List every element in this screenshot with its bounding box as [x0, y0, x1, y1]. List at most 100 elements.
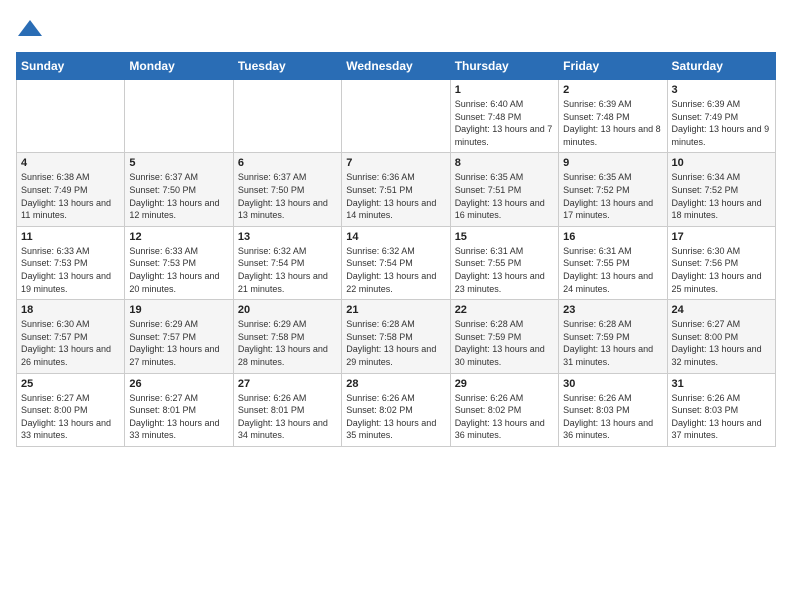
calendar-cell: 25 Sunrise: 6:27 AM Sunset: 8:00 PM Dayli… [17, 373, 125, 446]
calendar-cell: 27 Sunrise: 6:26 AM Sunset: 8:01 PM Dayli… [233, 373, 341, 446]
day-number: 6 [238, 157, 337, 169]
day-number: 29 [455, 378, 554, 390]
calendar-cell: 8Sunrise: 6:35 AM Sunset: 7:51 PM Daylig… [450, 153, 558, 226]
day-number: 20 [238, 304, 337, 316]
day-number: 5 [129, 157, 228, 169]
cell-info: Sunrise: 6:37 AM Sunset: 7:50 PM Dayligh… [129, 171, 228, 221]
calendar-cell: 19 Sunrise: 6:29 AM Sunset: 7:57 PM Dayli… [125, 300, 233, 373]
cell-info: Sunrise: 6:28 AM Sunset: 7:58 PM Dayligh… [346, 318, 445, 368]
cell-info: Sunrise: 6:30 AM Sunset: 7:56 PM Dayligh… [672, 245, 771, 295]
cell-info: Sunrise: 6:32 AM Sunset: 7:54 PM Dayligh… [238, 245, 337, 295]
cell-info: Sunrise: 6:26 AM Sunset: 8:02 PM Dayligh… [455, 392, 554, 442]
calendar-cell: 26 Sunrise: 6:27 AM Sunset: 8:01 PM Dayli… [125, 373, 233, 446]
cell-info: Sunrise: 6:39 AM Sunset: 7:48 PM Dayligh… [563, 98, 662, 148]
cell-info: Sunrise: 6:27 AM Sunset: 8:01 PM Dayligh… [129, 392, 228, 442]
calendar-cell: 21 Sunrise: 6:28 AM Sunset: 7:58 PM Dayli… [342, 300, 450, 373]
day-number: 21 [346, 304, 445, 316]
cell-info: Sunrise: 6:31 AM Sunset: 7:55 PM Dayligh… [455, 245, 554, 295]
cell-info: Sunrise: 6:26 AM Sunset: 8:03 PM Dayligh… [672, 392, 771, 442]
calendar-cell: 30 Sunrise: 6:26 AM Sunset: 8:03 PM Dayli… [559, 373, 667, 446]
day-number: 31 [672, 378, 771, 390]
calendar-cell: 18 Sunrise: 6:30 AM Sunset: 7:57 PM Dayli… [17, 300, 125, 373]
cell-info: Sunrise: 6:30 AM Sunset: 7:57 PM Dayligh… [21, 318, 120, 368]
day-number: 17 [672, 231, 771, 243]
weekday-header-row: SundayMondayTuesdayWednesdayThursdayFrid… [17, 53, 776, 80]
calendar-cell: 31 Sunrise: 6:26 AM Sunset: 8:03 PM Dayli… [667, 373, 775, 446]
page-header [16, 16, 776, 44]
calendar-cell: 29 Sunrise: 6:26 AM Sunset: 8:02 PM Dayli… [450, 373, 558, 446]
day-number: 19 [129, 304, 228, 316]
weekday-header-monday: Monday [125, 53, 233, 80]
day-number: 1 [455, 84, 554, 96]
cell-info: Sunrise: 6:26 AM Sunset: 8:03 PM Dayligh… [563, 392, 662, 442]
day-number: 24 [672, 304, 771, 316]
calendar-cell [233, 80, 341, 153]
calendar-table: SundayMondayTuesdayWednesdayThursdayFrid… [16, 52, 776, 447]
day-number: 14 [346, 231, 445, 243]
logo-icon [16, 16, 44, 44]
calendar-cell: 13 Sunrise: 6:32 AM Sunset: 7:54 PM Dayli… [233, 226, 341, 299]
day-number: 4 [21, 157, 120, 169]
cell-info: Sunrise: 6:34 AM Sunset: 7:52 PM Dayligh… [672, 171, 771, 221]
calendar-week-3: 11 Sunrise: 6:33 AM Sunset: 7:53 PM Dayli… [17, 226, 776, 299]
day-number: 27 [238, 378, 337, 390]
day-number: 2 [563, 84, 662, 96]
calendar-body: 1 Sunrise: 6:40 AM Sunset: 7:48 PM Daylig… [17, 80, 776, 447]
calendar-cell: 23 Sunrise: 6:28 AM Sunset: 7:59 PM Dayli… [559, 300, 667, 373]
calendar-cell: 6 Sunrise: 6:37 AM Sunset: 7:50 PM Daylig… [233, 153, 341, 226]
day-number: 9 [563, 157, 662, 169]
calendar-cell: 20 Sunrise: 6:29 AM Sunset: 7:58 PM Dayli… [233, 300, 341, 373]
calendar-cell: 7Sunrise: 6:36 AM Sunset: 7:51 PM Daylig… [342, 153, 450, 226]
cell-info: Sunrise: 6:38 AM Sunset: 7:49 PM Dayligh… [21, 171, 120, 221]
day-number: 23 [563, 304, 662, 316]
weekday-header-thursday: Thursday [450, 53, 558, 80]
cell-info: Sunrise: 6:26 AM Sunset: 8:02 PM Dayligh… [346, 392, 445, 442]
day-number: 12 [129, 231, 228, 243]
calendar-cell: 9Sunrise: 6:35 AM Sunset: 7:52 PM Daylig… [559, 153, 667, 226]
calendar-header: SundayMondayTuesdayWednesdayThursdayFrid… [17, 53, 776, 80]
cell-info: Sunrise: 6:28 AM Sunset: 7:59 PM Dayligh… [455, 318, 554, 368]
cell-info: Sunrise: 6:32 AM Sunset: 7:54 PM Dayligh… [346, 245, 445, 295]
logo [16, 16, 46, 44]
cell-info: Sunrise: 6:33 AM Sunset: 7:53 PM Dayligh… [21, 245, 120, 295]
day-number: 30 [563, 378, 662, 390]
calendar-week-1: 1 Sunrise: 6:40 AM Sunset: 7:48 PM Daylig… [17, 80, 776, 153]
calendar-cell [342, 80, 450, 153]
calendar-cell: 5 Sunrise: 6:37 AM Sunset: 7:50 PM Daylig… [125, 153, 233, 226]
cell-info: Sunrise: 6:28 AM Sunset: 7:59 PM Dayligh… [563, 318, 662, 368]
day-number: 25 [21, 378, 120, 390]
calendar-cell: 17 Sunrise: 6:30 AM Sunset: 7:56 PM Dayli… [667, 226, 775, 299]
calendar-cell: 16Sunrise: 6:31 AM Sunset: 7:55 PM Dayli… [559, 226, 667, 299]
calendar-week-2: 4 Sunrise: 6:38 AM Sunset: 7:49 PM Daylig… [17, 153, 776, 226]
calendar-cell: 28Sunrise: 6:26 AM Sunset: 8:02 PM Dayli… [342, 373, 450, 446]
cell-info: Sunrise: 6:31 AM Sunset: 7:55 PM Dayligh… [563, 245, 662, 295]
calendar-cell [17, 80, 125, 153]
day-number: 26 [129, 378, 228, 390]
calendar-cell: 14 Sunrise: 6:32 AM Sunset: 7:54 PM Dayli… [342, 226, 450, 299]
day-number: 18 [21, 304, 120, 316]
calendar-cell: 24Sunrise: 6:27 AM Sunset: 8:00 PM Dayli… [667, 300, 775, 373]
cell-info: Sunrise: 6:39 AM Sunset: 7:49 PM Dayligh… [672, 98, 771, 148]
weekday-header-wednesday: Wednesday [342, 53, 450, 80]
calendar-week-4: 18 Sunrise: 6:30 AM Sunset: 7:57 PM Dayli… [17, 300, 776, 373]
day-number: 10 [672, 157, 771, 169]
calendar-week-5: 25 Sunrise: 6:27 AM Sunset: 8:00 PM Dayli… [17, 373, 776, 446]
day-number: 7 [346, 157, 445, 169]
cell-info: Sunrise: 6:29 AM Sunset: 7:58 PM Dayligh… [238, 318, 337, 368]
cell-info: Sunrise: 6:40 AM Sunset: 7:48 PM Dayligh… [455, 98, 554, 148]
cell-info: Sunrise: 6:29 AM Sunset: 7:57 PM Dayligh… [129, 318, 228, 368]
cell-info: Sunrise: 6:33 AM Sunset: 7:53 PM Dayligh… [129, 245, 228, 295]
cell-info: Sunrise: 6:37 AM Sunset: 7:50 PM Dayligh… [238, 171, 337, 221]
day-number: 8 [455, 157, 554, 169]
day-number: 15 [455, 231, 554, 243]
calendar-cell: 15 Sunrise: 6:31 AM Sunset: 7:55 PM Dayli… [450, 226, 558, 299]
calendar-cell: 12 Sunrise: 6:33 AM Sunset: 7:53 PM Dayli… [125, 226, 233, 299]
day-number: 13 [238, 231, 337, 243]
day-number: 11 [21, 231, 120, 243]
day-number: 3 [672, 84, 771, 96]
day-number: 22 [455, 304, 554, 316]
cell-info: Sunrise: 6:26 AM Sunset: 8:01 PM Dayligh… [238, 392, 337, 442]
calendar-cell: 10 Sunrise: 6:34 AM Sunset: 7:52 PM Dayli… [667, 153, 775, 226]
cell-info: Sunrise: 6:27 AM Sunset: 8:00 PM Dayligh… [21, 392, 120, 442]
calendar-cell: 11 Sunrise: 6:33 AM Sunset: 7:53 PM Dayli… [17, 226, 125, 299]
